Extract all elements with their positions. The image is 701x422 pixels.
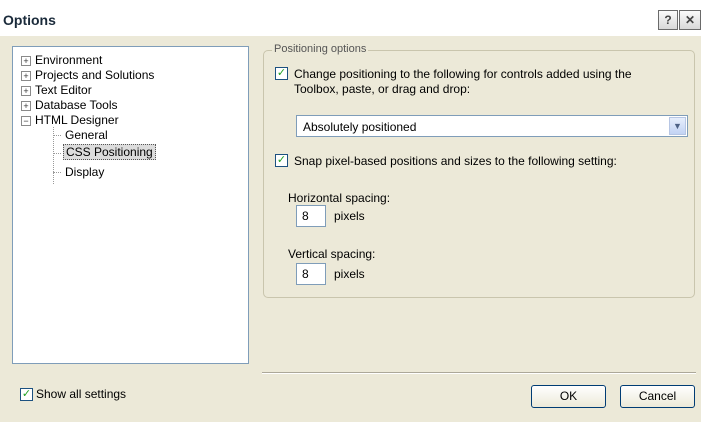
show-all-checkbox[interactable]: ✓ bbox=[20, 388, 33, 401]
positioning-options-group: Positioning options ✓ Change positioning… bbox=[263, 43, 695, 298]
horizontal-spacing-label: Horizontal spacing: bbox=[288, 191, 391, 205]
dropdown-value: Absolutely positioned bbox=[303, 120, 417, 134]
tree-item-display[interactable]: Display bbox=[65, 165, 104, 179]
change-positioning-checkbox[interactable]: ✓ bbox=[275, 67, 288, 80]
horizontal-unit-label: pixels bbox=[334, 209, 365, 223]
options-tree[interactable]: + Environment + Projects and Solutions +… bbox=[12, 46, 249, 364]
positioning-mode-dropdown[interactable]: Absolutely positioned ▼ bbox=[296, 115, 688, 137]
change-positioning-label-line2: Toolbox, paste, or drag and drop: bbox=[294, 82, 471, 96]
vertical-spacing-label: Vertical spacing: bbox=[288, 247, 376, 261]
tree-item-css-positioning[interactable]: CSS Positioning bbox=[63, 144, 156, 160]
window-title: Options bbox=[3, 12, 56, 28]
tree-item-label: Environment bbox=[35, 53, 103, 67]
group-legend: Positioning options bbox=[272, 43, 369, 55]
tree-connector bbox=[53, 153, 61, 154]
close-icon: ✕ bbox=[684, 13, 696, 27]
tree-item-label: Display bbox=[65, 165, 105, 179]
tree-connector bbox=[53, 172, 61, 173]
vertical-spacing-input[interactable]: 8 bbox=[296, 263, 326, 285]
tree-connector bbox=[53, 135, 61, 136]
change-positioning-label-line1: Change positioning to the following for … bbox=[294, 67, 632, 81]
expand-icon[interactable]: + bbox=[21, 101, 31, 111]
help-button[interactable]: ? bbox=[658, 10, 678, 30]
close-button[interactable]: ✕ bbox=[679, 10, 701, 30]
show-all-label: Show all settings bbox=[36, 387, 127, 401]
dialog-body: + Environment + Projects and Solutions +… bbox=[0, 36, 701, 422]
help-icon: ? bbox=[664, 13, 672, 27]
collapse-icon[interactable]: − bbox=[21, 116, 31, 126]
expand-icon[interactable]: + bbox=[21, 86, 31, 96]
expand-icon[interactable]: + bbox=[21, 71, 31, 81]
horizontal-spacing-input[interactable]: 8 bbox=[296, 205, 326, 227]
tree-item-label: CSS Positioning bbox=[63, 144, 156, 160]
title-bar: Options ? ✕ bbox=[0, 0, 701, 36]
snap-checkbox[interactable]: ✓ bbox=[275, 154, 288, 167]
ok-button[interactable]: OK bbox=[531, 385, 606, 408]
tree-item-label: Text Editor bbox=[35, 83, 92, 97]
expand-icon[interactable]: + bbox=[21, 56, 31, 66]
check-icon: ✓ bbox=[276, 67, 287, 79]
vertical-unit-label: pixels bbox=[334, 267, 365, 281]
snap-label: Snap pixel-based positions and sizes to … bbox=[294, 154, 617, 168]
tree-item-label: HTML Designer bbox=[35, 113, 119, 127]
cancel-button[interactable]: Cancel bbox=[620, 385, 695, 408]
tree-item-label: Projects and Solutions bbox=[35, 68, 155, 82]
tree-item-label: Database Tools bbox=[35, 98, 118, 112]
check-icon: ✓ bbox=[276, 154, 287, 166]
chevron-down-icon[interactable]: ▼ bbox=[669, 117, 686, 135]
tree-item-label: General bbox=[65, 128, 108, 142]
check-icon: ✓ bbox=[21, 388, 32, 400]
tree-item-general[interactable]: General bbox=[65, 128, 108, 142]
footer-separator bbox=[262, 372, 696, 374]
